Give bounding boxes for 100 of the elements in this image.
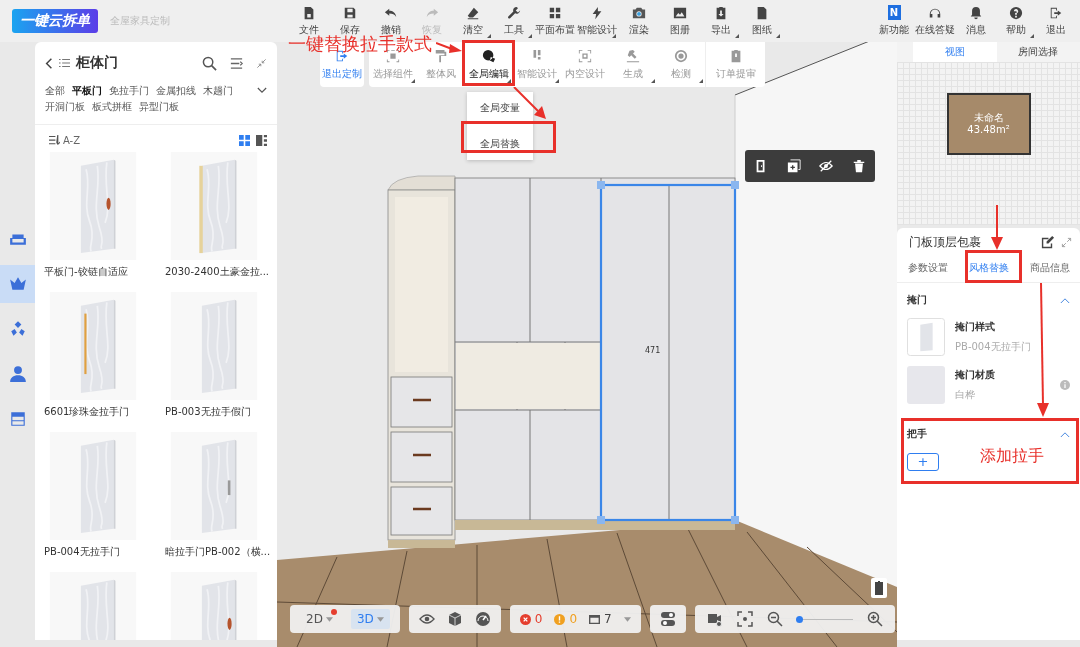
product-card[interactable]: 2030-2400土豪金拉... — [160, 152, 277, 292]
chevron-icon[interactable] — [1060, 430, 1070, 438]
lightning-icon — [590, 5, 604, 20]
arrow-annotation — [436, 40, 462, 54]
list-icon — [256, 135, 267, 146]
back-icon[interactable] — [45, 56, 53, 70]
section-title: 把手 — [907, 427, 927, 441]
sort-button[interactable]: A-Z — [49, 135, 81, 146]
option-value: PB-004无拉手门 — [955, 340, 1032, 354]
toolbar-button[interactable]: 图册 — [659, 0, 700, 42]
product-name: 2030-2400土豪金拉... — [164, 266, 271, 278]
product-card[interactable]: 暗拉手门PB-002（横... — [160, 432, 277, 572]
error-icon — [519, 613, 531, 625]
chevron-down-icon[interactable] — [257, 87, 267, 94]
toolbar-button[interactable]: 在线答疑 — [914, 0, 956, 42]
focus-icon[interactable] — [736, 611, 753, 627]
sidebar-item[interactable] — [0, 265, 35, 303]
toolbar-button[interactable]: 图纸 — [741, 0, 782, 42]
menu-item[interactable]: 全局变量 — [467, 96, 533, 120]
search-icon[interactable] — [202, 55, 217, 71]
toolbar-button[interactable]: 工具 — [493, 0, 534, 42]
zoom-out-icon[interactable] — [766, 611, 783, 627]
product-card[interactable]: PB-003无拉手假门 — [160, 292, 277, 432]
trash-icon[interactable] — [851, 159, 866, 173]
category-tab[interactable]: 开洞门板 — [45, 100, 85, 114]
tab[interactable]: 商品信息 — [1029, 259, 1070, 282]
app-logo[interactable]: 一键云拆单 — [12, 9, 98, 33]
tab[interactable]: 参数设置 — [907, 259, 948, 282]
collapse-icon[interactable] — [256, 57, 267, 69]
product-name: 暗拉手门PB-002（横... — [164, 546, 272, 558]
category-tab[interactable]: 金属扣线 — [156, 84, 196, 98]
category-tab[interactable]: 板式拼框 — [92, 100, 132, 114]
wardrobe-drawing[interactable] — [387, 175, 736, 548]
camera-settings-icon[interactable] — [706, 611, 723, 627]
toolbar-button[interactable]: 全局编辑 — [465, 42, 513, 87]
product-card[interactable]: 平板门-铰链自适应 — [39, 152, 156, 292]
add-button[interactable]: + — [907, 453, 939, 471]
cube-icon[interactable] — [446, 611, 463, 627]
option-title: 掩门材质 — [955, 368, 996, 382]
style-option[interactable]: 掩门样式 PB-004无拉手门 — [907, 313, 1070, 361]
hammer-icon — [626, 48, 640, 63]
toolbar-button[interactable]: 帮助 — [996, 0, 1036, 42]
category-tab[interactable]: 异型门板 — [139, 100, 179, 114]
window-icon — [589, 613, 601, 625]
toolbar-button[interactable]: 渲染 — [618, 0, 659, 42]
clipboard-icon[interactable] — [871, 578, 887, 598]
category-tab[interactable]: 木趟门 — [203, 84, 233, 98]
sort-icon — [49, 135, 60, 146]
dimension-label: 471 — [645, 346, 661, 355]
frame-icon — [578, 48, 592, 63]
filter-icon[interactable] — [229, 55, 244, 71]
slider-thumb[interactable] — [796, 615, 804, 623]
toolbar-button[interactable]: N 新功能 — [874, 0, 914, 42]
edit-icon[interactable] — [1040, 235, 1055, 250]
product-name: 6601珍珠金拉手门 — [43, 406, 131, 418]
chevron-icon[interactable] — [1060, 296, 1070, 304]
section-title: 掩门 — [907, 293, 927, 307]
gauge-icon[interactable] — [474, 611, 491, 627]
list-view-button[interactable] — [256, 135, 267, 146]
tab[interactable]: 视图 — [913, 42, 997, 62]
camera-icon — [631, 5, 646, 20]
tab[interactable]: 风格替换 — [968, 259, 1009, 282]
eraser-icon — [465, 5, 480, 20]
grid-view-button[interactable] — [239, 135, 250, 146]
product-card[interactable]: 6601珍珠金拉手门 — [39, 292, 156, 432]
option-value: 白桦 — [955, 388, 976, 402]
toolbar-button[interactable]: 导出 — [700, 0, 741, 42]
picture-icon — [672, 5, 687, 20]
style-option[interactable]: 掩门材质 白桦 — [907, 361, 1070, 409]
option-title: 掩门样式 — [955, 320, 996, 334]
toolbar-button[interactable]: 清空 — [452, 0, 493, 42]
arrow-annotation — [991, 205, 1003, 250]
highlight-box — [462, 40, 515, 86]
crown-icon — [8, 275, 27, 293]
toolbar-button[interactable]: 退出 — [1036, 0, 1076, 42]
toolbar-button[interactable]: 平面布置 — [534, 0, 576, 42]
warning-count: 0 — [569, 612, 578, 626]
category-tab[interactable]: 平板门 — [72, 84, 102, 98]
highlight-box — [965, 250, 1022, 283]
help-icon — [1009, 5, 1023, 20]
zoom-in-icon[interactable] — [866, 611, 883, 627]
person-icon — [8, 365, 27, 383]
eye-icon[interactable] — [418, 611, 435, 627]
nodes-icon — [8, 320, 27, 338]
selection-outline[interactable] — [597, 181, 739, 524]
product-card[interactable]: PB-004无拉手门 — [39, 432, 156, 572]
new-badge-icon: N — [887, 5, 901, 20]
product-name: PB-004无拉手门 — [43, 546, 121, 558]
panel-title: 门板顶层包裹 — [909, 234, 982, 251]
roller-icon — [434, 48, 448, 63]
hidden-eye-icon[interactable] — [819, 159, 834, 173]
category-tab[interactable]: 全部 — [45, 84, 65, 98]
add-icon[interactable] — [786, 159, 801, 173]
toolbar-button[interactable]: 智能设计 — [576, 0, 618, 42]
menu-item[interactable]: 全局替换 — [467, 132, 533, 156]
target-icon — [674, 48, 688, 63]
view-mode-button[interactable]: 2D — [300, 609, 339, 629]
toggle-icon[interactable] — [659, 611, 676, 627]
category-tab[interactable]: 免拉手门 — [109, 84, 149, 98]
toolbar-button[interactable]: 消息 — [956, 0, 996, 42]
